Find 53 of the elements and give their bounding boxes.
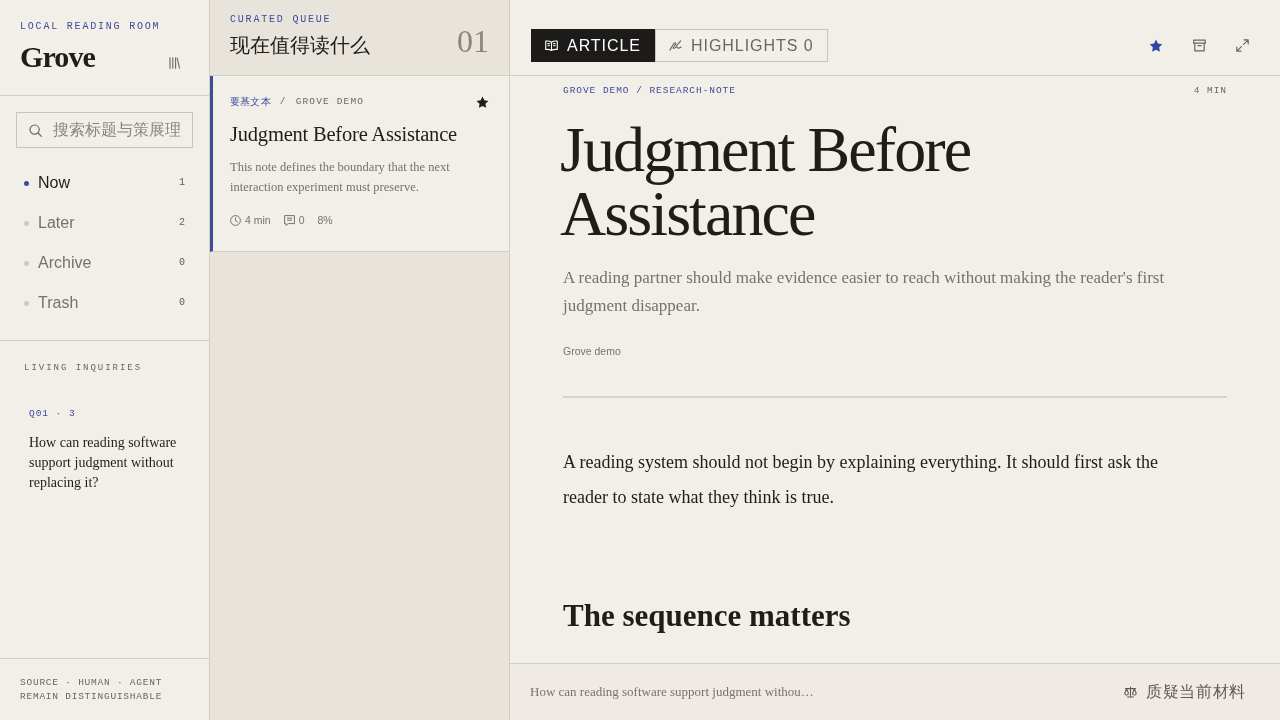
body-paragraph: A reading system should not begin by explaining everything. It should first ask the reader to state what they think is true. [563,451,1159,509]
queue-card[interactable]: 要基文本 / GROVE DEMO Judgment Before Assistance This note defines the boundary that the next interaction experiment must preserve. 4 min 0 8% [210,76,509,252]
balance-scale-icon [1124,686,1138,698]
nav-item[interactable]: Archive 0 [16,243,193,283]
action-button[interactable]: 质疑当前材料 [1124,681,1246,703]
inquiry-excerpt: How can reading software support judgment withou… [530,683,814,701]
nav-item[interactable]: Trash 0 [16,283,193,323]
inquiry-tag: Q01 · 3 [29,407,185,421]
card-tag: 要基文本 [230,95,271,109]
star-icon[interactable] [476,95,489,109]
section-heading: The sequence matters [563,597,852,635]
footer-note: SOURCE · HUMAN · AGENT REMAIN DISTINGUISHABLE [20,676,164,704]
progress-text: 8% [317,213,333,227]
view-tab[interactable]: ARTICLE [531,29,655,62]
item-count: 0 [179,256,185,270]
card-source: GROVE DEMO [295,95,365,109]
article-title: Judgment Before Assistance [560,118,972,246]
open-book-icon [545,40,558,51]
note-lines-icon [283,214,295,226]
star-icon[interactable] [1149,38,1163,53]
pen-stroke-icon [669,40,682,51]
section-heading: LIVING INQUIRIES [24,362,144,375]
comment-count: 0 [298,213,305,227]
queue-title: 现在值得读什么 [230,33,370,58]
section-eyebrow: CURATED QUEUE [230,13,333,27]
brand-title: Grove [20,40,95,74]
article-byline: Grove demo [563,344,622,358]
bullet-dot-icon [24,220,29,226]
article-breadcrumb: GROVE DEMO / RESEARCH-NOTE [563,84,736,98]
search-icon [29,123,42,137]
card-summary: This note defines the boundary that the next interaction experiment must preserve. [230,159,451,196]
nav-item[interactable]: Now 1 [16,163,193,203]
nav-item[interactable]: Later 2 [16,203,193,243]
archive-box-icon[interactable] [1193,39,1206,52]
view-tab[interactable]: HIGHLIGHTS 0 [655,29,828,62]
section-eyebrow: LOCAL READING ROOM [20,20,162,34]
search-field[interactable]: 搜索标题与策展理 [16,112,193,148]
queue-count: 01 [457,23,489,61]
read-time: 4 min [245,213,271,227]
card-title: Judgment Before Assistance [230,122,458,147]
item-count: 1 [179,176,185,190]
item-count: 2 [179,216,185,230]
article-subtitle: A reading partner should make evidence easier to reach without making the reader's first judgment disappear. [563,267,1166,317]
crumb-separator: / [279,95,287,109]
inquiry-question[interactable]: How can reading software support judgment without replacing it? [29,433,185,493]
bullet-dot-icon [24,260,29,266]
item-count: 0 [179,296,185,310]
bullet-dot-icon [24,300,29,306]
expand-icon[interactable] [1236,39,1249,52]
bullet-dot-icon [24,180,29,186]
library-icon[interactable] [169,57,180,69]
read-time: 4 MIN [1193,84,1227,98]
clock-icon [230,214,241,226]
